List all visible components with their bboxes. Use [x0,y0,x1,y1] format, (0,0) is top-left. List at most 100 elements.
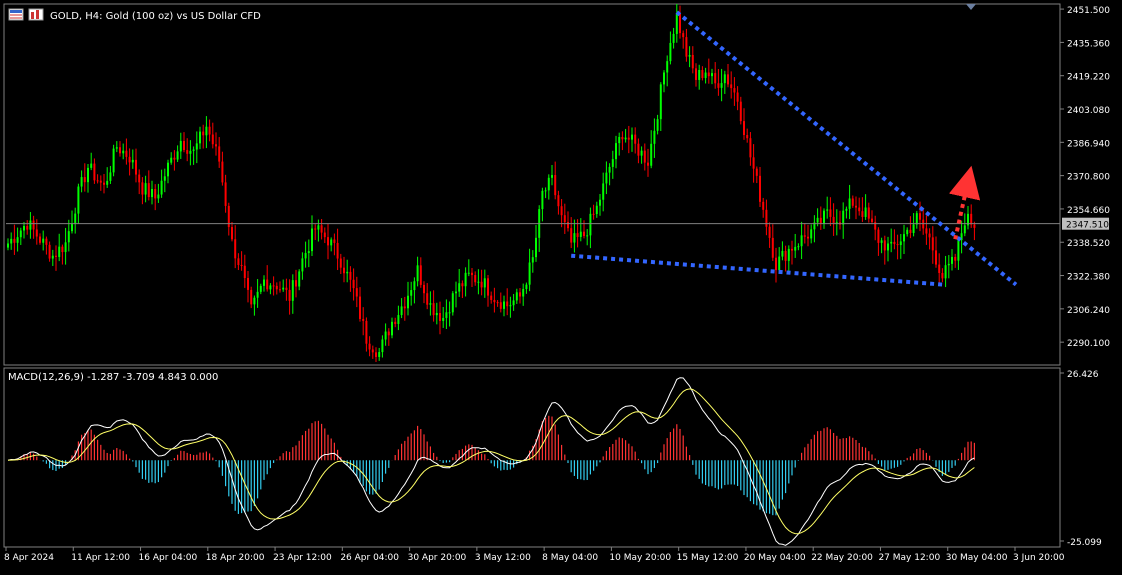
candle [813,215,816,243]
candle [234,225,237,269]
chart-title: GOLD, H4: Gold (100 oz) vs US Dollar CFD [50,11,261,22]
candle [503,295,505,317]
candle [509,296,512,318]
candle [640,146,643,164]
chart-grid-icon[interactable] [8,8,24,21]
candle [451,291,454,316]
candle [403,296,406,321]
candle [288,279,291,315]
candle [765,199,768,236]
candle [749,132,752,166]
candle [845,206,848,219]
candle [595,201,598,218]
candle [490,291,493,304]
candle [35,219,38,245]
candle [237,253,240,271]
candle [58,233,61,262]
price-tick-label: 2322.380 [1067,273,1110,283]
candle [903,224,905,254]
candle [416,256,419,287]
candle [586,229,589,246]
price-tick-label: 2451.500 [1067,6,1110,16]
candle [551,165,553,186]
candle [167,159,169,184]
candle [925,215,928,245]
candle [304,241,307,268]
candle [467,259,470,277]
candle [858,197,861,216]
price-chart-svg[interactable]: GOLD, H4: Gold (100 oz) vs US Dollar CFD… [0,0,1122,571]
candle [579,218,582,242]
time-tick-label: 15 May 12:00 [677,553,739,563]
candle [10,232,13,250]
candle [400,298,403,319]
candle [669,31,672,65]
candle [112,144,115,177]
candle [560,199,563,228]
price-tick-label: 2403.080 [1067,106,1110,116]
candle [842,202,845,239]
shift-marker-icon[interactable] [966,4,976,10]
candle [336,228,339,271]
candle [147,170,150,201]
candle [368,336,371,357]
candle [362,307,365,336]
price-tick-label: 2306.240 [1067,306,1110,316]
time-tick-label: 10 May 20:00 [609,553,671,563]
candle [739,96,742,125]
candle [570,217,573,249]
candle [583,220,585,239]
candle [272,276,275,296]
candle [973,221,976,241]
time-tick-label: 20 May 04:00 [744,553,806,563]
macd-tick-label: 26.426 [1067,370,1099,380]
candle [45,236,48,255]
candle [627,125,630,154]
candle [589,207,592,249]
candle [483,269,486,298]
chart-window[interactable]: GOLD, H4: Gold (100 oz) vs US Dollar CFD… [0,0,1122,571]
candle [800,221,803,260]
candle [832,203,835,236]
trendline-lower[interactable] [571,253,943,287]
candle [733,77,736,106]
candle [880,237,883,254]
candle [851,195,854,208]
time-tick-label: 23 Apr 12:00 [273,553,332,563]
candle [685,28,688,62]
candle [567,211,569,232]
candle [471,268,473,288]
candle [938,253,941,285]
time-tick-label: 30 May 04:00 [946,553,1008,563]
candle [887,236,889,262]
candle [599,193,601,216]
candle [960,221,963,254]
candle [951,249,953,271]
candle [419,257,422,288]
candle [538,205,541,252]
candle [375,347,377,363]
candle [912,213,915,237]
candle [173,150,176,171]
candle [426,283,429,310]
candle [179,132,182,159]
candle [899,234,902,259]
candle [592,204,595,220]
time-tick-label: 3 Jun 20:00 [1013,553,1065,563]
candle [480,269,483,296]
candle [672,27,675,49]
chart-bars-icon[interactable] [28,8,44,21]
candle [544,187,547,199]
candle [442,306,445,328]
candle [890,228,893,253]
candle [39,233,41,245]
candle [103,173,105,194]
candle [7,238,9,251]
trendline-upper[interactable] [675,10,1018,287]
candle [387,328,390,346]
candle [717,68,720,96]
candle [429,291,432,316]
candle [883,235,886,265]
candle [176,145,179,162]
candle [266,265,269,292]
